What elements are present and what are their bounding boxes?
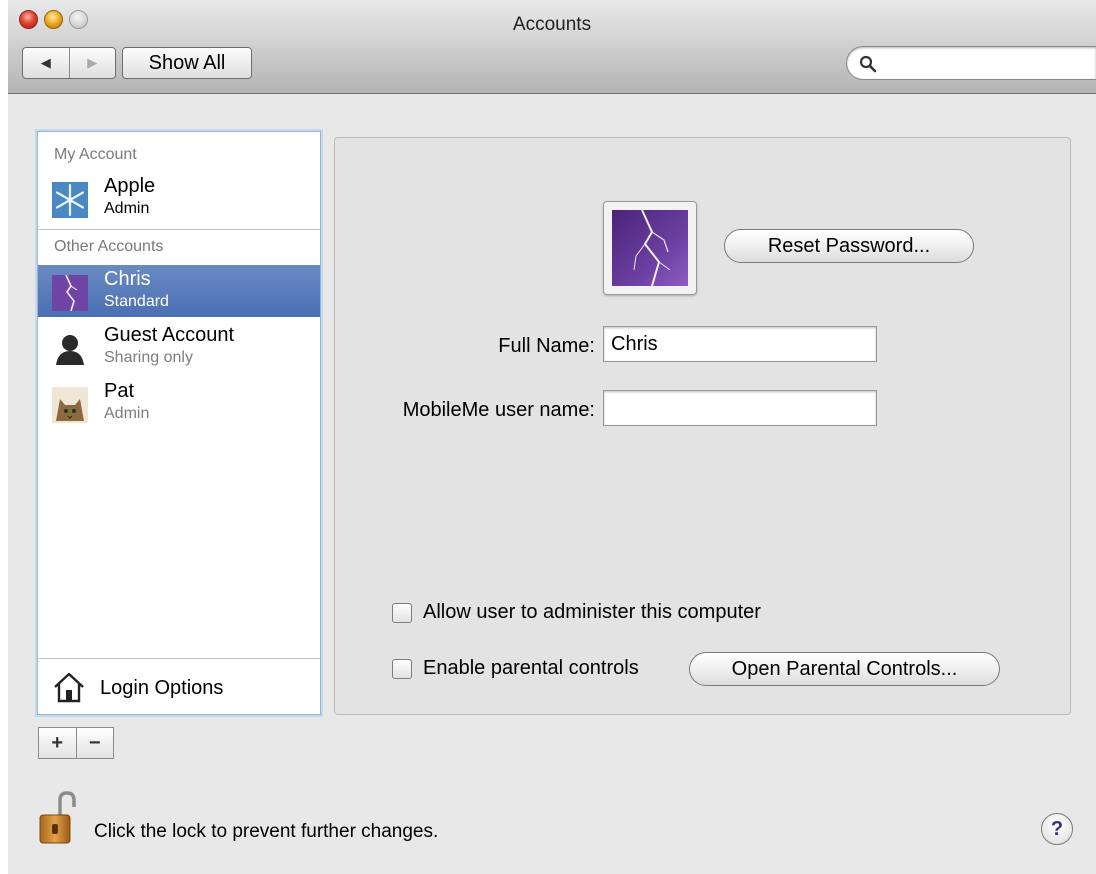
account-item-chris[interactable]: Chris Standard <box>38 265 320 317</box>
separator <box>38 229 320 230</box>
forward-arrow-icon: ▶ <box>87 55 98 70</box>
account-name: Chris <box>104 268 151 290</box>
account-role: Admin <box>104 200 150 217</box>
add-account-button[interactable]: + <box>39 728 77 758</box>
accounts-list: My Account Apple Admin Other Accounts Ch… <box>37 131 321 715</box>
unlocked-padlock-icon[interactable] <box>38 791 80 847</box>
lock-status-text: Click the lock to prevent further change… <box>94 821 439 842</box>
search-icon <box>859 55 877 73</box>
mobileme-field[interactable] <box>603 390 877 426</box>
reset-password-button[interactable]: Reset Password... <box>724 229 974 263</box>
login-options-label: Login Options <box>100 677 224 699</box>
lightning-picture-icon <box>612 210 688 286</box>
search-field[interactable] <box>846 46 1096 80</box>
allow-admin-label[interactable]: Allow user to administer this computer <box>423 601 761 624</box>
forward-button[interactable]: ▶ <box>70 48 116 78</box>
snowflake-icon <box>52 182 88 218</box>
parental-controls-checkbox[interactable] <box>392 659 412 679</box>
add-remove-control: + − <box>38 727 114 759</box>
account-item-pat[interactable]: Pat Admin <box>38 377 320 429</box>
account-role: Standard <box>104 293 169 310</box>
account-item-apple[interactable]: Apple Admin <box>38 172 320 224</box>
account-detail-panel: Reset Password... Full Name: MobileMe us… <box>334 137 1071 715</box>
show-all-button[interactable]: Show All <box>122 47 252 79</box>
user-picture-well[interactable] <box>603 201 697 295</box>
my-account-header: My Account <box>54 146 137 163</box>
back-forward-group: ◀ ▶ <box>22 47 116 79</box>
parental-controls-label[interactable]: Enable parental controls <box>423 657 639 680</box>
open-parental-controls-button[interactable]: Open Parental Controls... <box>689 652 1000 686</box>
lightning-icon <box>52 275 88 311</box>
mobileme-label: MobileMe user name: <box>402 399 595 421</box>
full-name-label: Full Name: <box>498 335 595 357</box>
back-button[interactable]: ◀ <box>23 48 70 78</box>
guest-silhouette-icon <box>56 335 84 365</box>
title-toolbar: Accounts ◀ ▶ Show All <box>8 0 1096 94</box>
help-button[interactable]: ? <box>1041 813 1073 845</box>
account-role: Admin <box>104 405 150 422</box>
allow-admin-checkbox[interactable] <box>392 603 412 623</box>
window-title: Accounts <box>512 14 592 35</box>
house-icon <box>54 672 84 703</box>
login-options-item[interactable]: Login Options <box>38 658 320 714</box>
account-role: Sharing only <box>104 349 193 366</box>
other-accounts-header: Other Accounts <box>54 238 164 255</box>
account-item-guest[interactable]: Guest Account Sharing only <box>38 321 320 373</box>
cat-icon <box>52 387 88 423</box>
accounts-window: Accounts ◀ ▶ Show All My Account Apple A… <box>8 0 1096 874</box>
remove-account-button[interactable]: − <box>77 728 114 758</box>
account-name: Guest Account <box>104 324 235 346</box>
account-name: Pat <box>104 380 135 402</box>
full-name-field[interactable] <box>603 326 877 362</box>
search-input[interactable] <box>883 53 1083 73</box>
account-name: Apple <box>104 175 156 197</box>
back-arrow-icon: ◀ <box>40 55 51 70</box>
